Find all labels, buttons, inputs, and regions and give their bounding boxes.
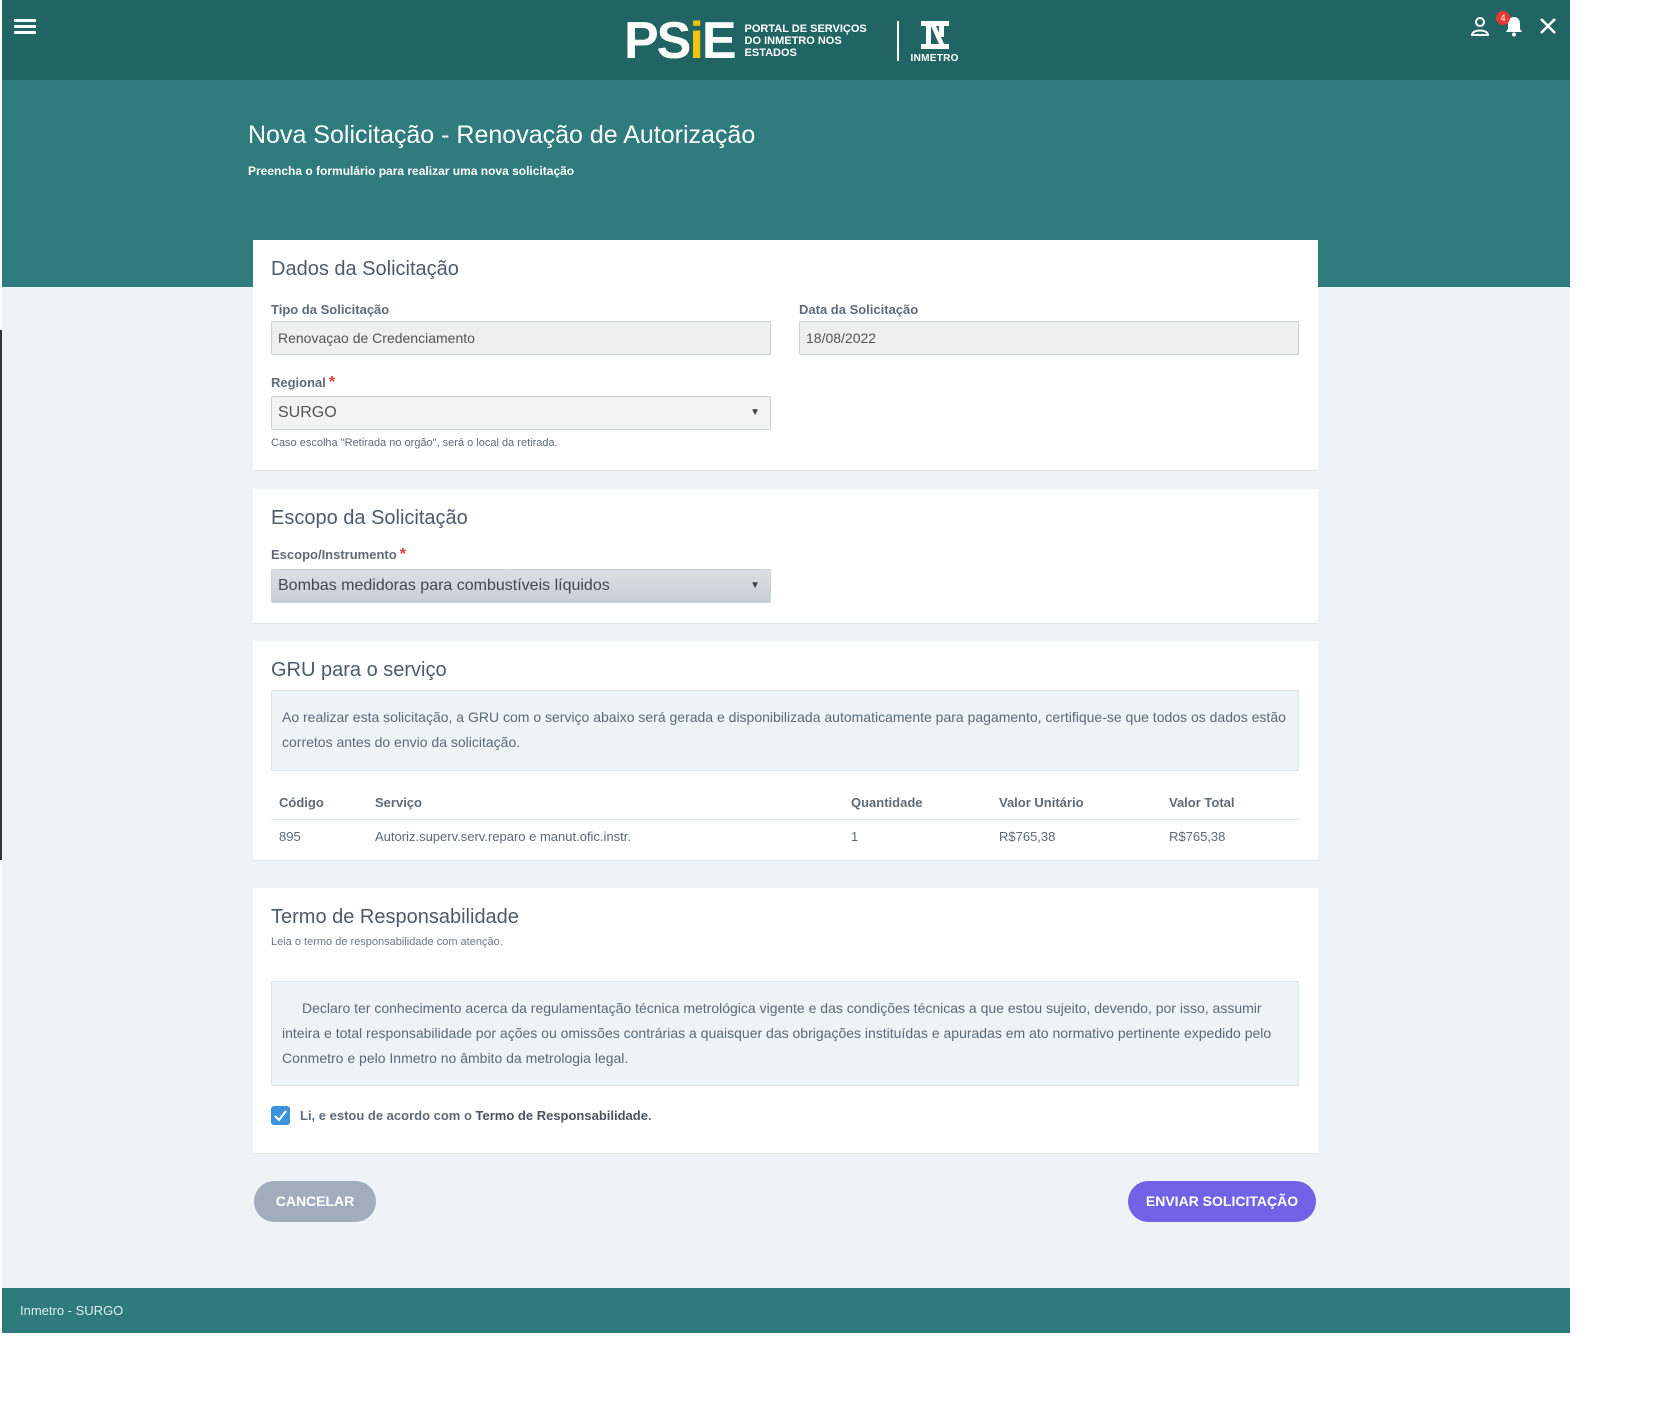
table-header-row: Código Serviço Quantidade Valor Unitário… (271, 787, 1299, 820)
user-icon[interactable] (1468, 14, 1492, 38)
send-request-button[interactable]: ENVIAR SOLICITAÇÃO (1128, 1181, 1316, 1222)
table-row: 895 Autoriz.superv.serv.reparo e manut.o… (271, 819, 1299, 853)
regional-label: Regional * (271, 374, 336, 391)
escopo-select[interactable]: Bombas medidoras para combustíveis líqui… (271, 569, 771, 603)
menu-icon[interactable] (14, 16, 38, 38)
card-termo-responsabilidade: Termo de Responsabilidade Leia o termo d… (253, 888, 1318, 1154)
tipo-label: Tipo da Solicitação (271, 302, 390, 317)
inmetro-label: INMETRO (910, 52, 959, 64)
column-header: Código (271, 787, 367, 820)
escopo-label: Escopo/Instrumento * (271, 546, 406, 563)
column-header: Serviço (367, 787, 843, 820)
card-title: Dados da Solicitação (271, 258, 459, 280)
termo-text-box: Declaro ter conhecimento acerca da regul… (271, 981, 1299, 1086)
window-edge-divider (0, 330, 2, 860)
inmetro-mark-icon (918, 19, 952, 51)
card-dados-solicitacao: Dados da Solicitação Tipo da Solicitação… (253, 240, 1318, 471)
required-asterisk: * (328, 374, 336, 391)
close-icon[interactable] (1536, 14, 1560, 38)
psie-logo: PSiE (624, 12, 736, 70)
tipo-field[interactable]: Renovaçao de Credenciamento (271, 321, 771, 355)
card-title: GRU para o serviço (271, 659, 447, 681)
page-subtitle: Preencha o formulário para realizar uma … (248, 164, 575, 178)
table-cell: 1 (851, 828, 859, 844)
notification-badge: 4 (1496, 11, 1510, 25)
check-icon (274, 1110, 287, 1122)
top-icons: 4 (1468, 11, 1560, 38)
card-escopo-solicitacao: Escopo da Solicitação Escopo/Instrumento… (253, 489, 1318, 624)
regional-value: SURGO (278, 404, 337, 421)
brand-logo[interactable]: PSiE PORTAL DE SERVIÇOS DO INMETRO NOS E… (624, 14, 959, 68)
column-header: Valor Total (1161, 787, 1299, 820)
gru-info-box: Ao realizar esta solicitação, a GRU com … (271, 690, 1299, 771)
accept-terms-checkbox[interactable] (271, 1106, 290, 1125)
card-title: Termo de Responsabilidade (271, 906, 519, 928)
column-header: Valor Unitário (991, 787, 1161, 820)
cancel-button[interactable]: CANCELAR (254, 1181, 376, 1222)
card-gru: GRU para o serviço Ao realizar esta soli… (253, 641, 1318, 861)
caret-down-icon: ▼ (750, 580, 760, 591)
card-title: Escopo da Solicitação (271, 507, 468, 529)
brand-description: PORTAL DE SERVIÇOS DO INMETRO NOS ESTADO… (744, 23, 867, 59)
regional-hint: Caso escolha "Retirada no orgão", será o… (271, 437, 558, 449)
accept-terms-label[interactable]: Li, e estou de acordo com o Termo de Res… (300, 1108, 652, 1123)
data-label: Data da Solicitação (799, 302, 919, 317)
regional-select[interactable]: SURGO ▼ (271, 396, 771, 430)
brand-divider (896, 21, 899, 61)
column-header: Quantidade (843, 787, 991, 820)
table-cell: 895 (279, 828, 301, 844)
escopo-value: Bombas medidoras para combustíveis líqui… (278, 577, 610, 594)
data-field[interactable]: 18/08/2022 (799, 321, 1299, 355)
bell-icon[interactable]: 4 (1496, 11, 1526, 38)
inmetro-logo: INMETRO (911, 19, 959, 64)
caret-down-icon: ▼ (750, 407, 760, 418)
app-page: PSiE PORTAL DE SERVIÇOS DO INMETRO NOS E… (2, 0, 1570, 1333)
table-cell: R$765,38 (999, 828, 1056, 844)
required-asterisk: * (399, 546, 406, 563)
gru-table: Código Serviço Quantidade Valor Unitário… (271, 787, 1299, 853)
table-cell: Autoriz.superv.serv.reparo e manut.ofic.… (375, 828, 632, 844)
page-title: Nova Solicitação - Renovação de Autoriza… (248, 121, 756, 149)
footer: Inmetro - SURGO (2, 1288, 1570, 1333)
termo-subtitle: Leia o termo de responsabilidade com ate… (271, 936, 503, 948)
table-cell: R$765,38 (1169, 828, 1226, 844)
top-navbar: PSiE PORTAL DE SERVIÇOS DO INMETRO NOS E… (2, 0, 1570, 80)
